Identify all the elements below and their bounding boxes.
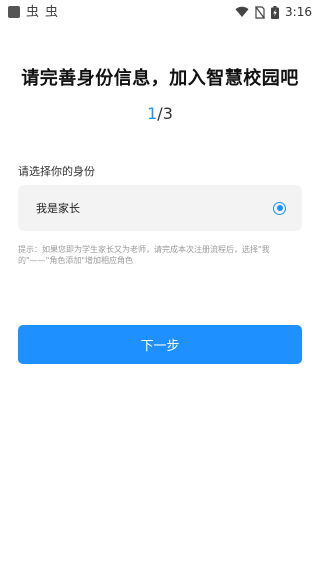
- role-option-label: 我是家长: [36, 202, 80, 215]
- no-sim-icon: [255, 5, 266, 19]
- battery-charging-icon: [271, 5, 280, 19]
- page-title: 请完善身份信息，加入智慧校园吧: [21, 68, 299, 89]
- role-section-label: 请选择你的身份: [18, 165, 95, 178]
- radio-selected-icon[interactable]: [273, 201, 286, 215]
- notification-glyph: 虫: [26, 4, 40, 20]
- notification-glyph: 虫: [45, 4, 59, 20]
- radio-dot: [276, 205, 283, 211]
- step-total: /3: [157, 104, 173, 123]
- step-current: 1: [147, 104, 158, 123]
- app-notification-icon: [8, 6, 20, 18]
- role-option-parent[interactable]: 我是家长: [18, 185, 302, 231]
- status-left: 虫 虫: [8, 6, 58, 19]
- status-right: 3:16: [235, 5, 312, 19]
- status-time: 3:16: [285, 5, 312, 19]
- step-indicator: 1/3: [0, 104, 320, 123]
- hint-text: 提示：如果您即为学生家长又为老师，请完成本次注册流程后，选择"我的"——"角色添…: [18, 245, 270, 265]
- next-step-button[interactable]: 下一步: [18, 325, 302, 364]
- status-bar: 虫 虫 3:16: [0, 0, 320, 24]
- wifi-icon: [235, 6, 249, 18]
